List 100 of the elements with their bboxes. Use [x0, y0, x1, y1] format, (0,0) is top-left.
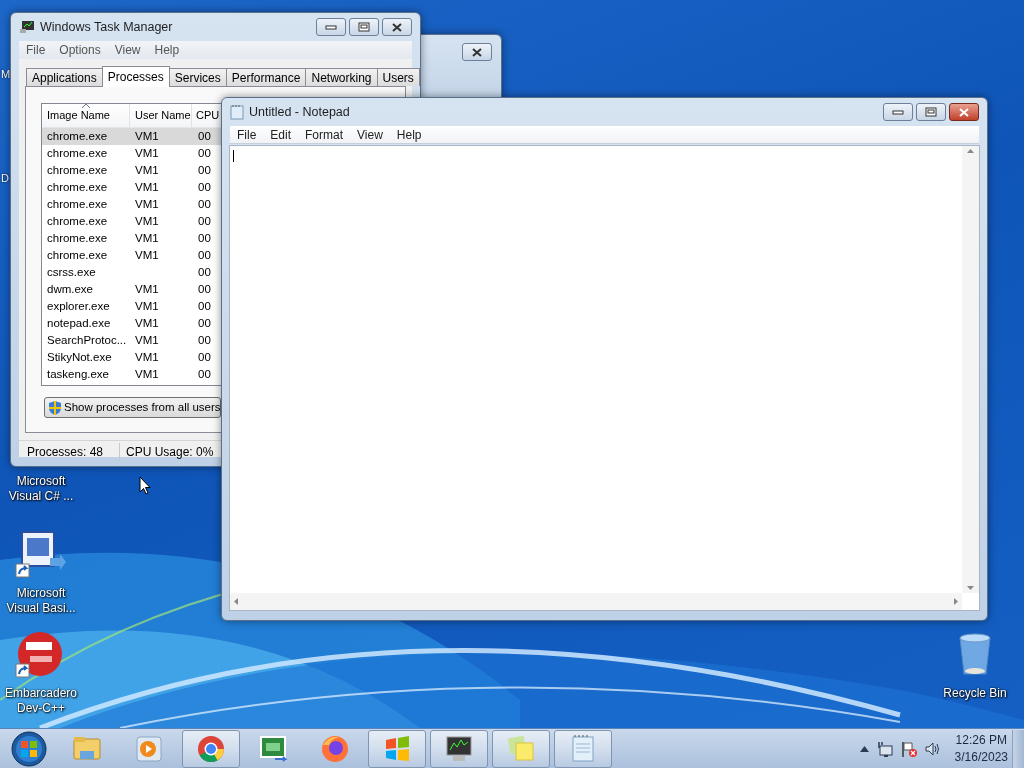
table-cell-text: 00: [197, 230, 212, 246]
scroll-left-icon[interactable]: [234, 598, 238, 605]
table-cell-text: VM1: [134, 196, 160, 212]
table-cell-text: 00: [197, 315, 212, 331]
table-cell-text: chrome.exe: [46, 230, 109, 246]
shield-icon: [48, 399, 62, 416]
action-center-icon[interactable]: [900, 740, 917, 757]
icon-label[interactable]: M: [1, 67, 11, 81]
status-text: Processes: 48: [19, 442, 120, 461]
cursor-icon: [139, 476, 151, 495]
table-cell-text: taskeng.exe: [46, 366, 110, 382]
volume-icon[interactable]: [924, 740, 941, 757]
column-header[interactable]: CPU: [192, 104, 221, 127]
icon-label[interactable]: Microsoft Visual C# ...: [0, 474, 82, 504]
menu-item[interactable]: File: [230, 125, 264, 144]
table-cell-text: chrome.exe: [46, 213, 109, 229]
menu-item[interactable]: File: [19, 41, 53, 59]
table-cell-text: SearchProtoc...: [46, 332, 128, 348]
table-cell-text: 00: [197, 366, 212, 382]
table-cell-text: 00: [197, 179, 212, 195]
menu-item[interactable]: Help: [147, 41, 187, 59]
table-cell-text: chrome.exe: [46, 128, 109, 144]
window-title: Untitled - Notepad: [249, 103, 350, 121]
tab[interactable]: Services: [168, 68, 227, 86]
table-cell-text: VM1: [134, 281, 160, 297]
table-cell-text: chrome.exe: [46, 145, 109, 161]
table-cell-text: 00: [197, 281, 212, 297]
table-cell-text: VM1: [134, 332, 160, 348]
close-icon: [959, 107, 969, 117]
table-cell-text: 00: [197, 264, 212, 280]
table-cell-text: chrome.exe: [46, 179, 109, 195]
close-button[interactable]: [382, 18, 412, 36]
minimize-button[interactable]: [883, 103, 913, 121]
table-cell-text: VM1: [134, 247, 160, 263]
icon-label[interactable]: Microsoft Visual Basi...: [0, 586, 82, 616]
table-cell-text: VM1: [134, 179, 160, 195]
table-cell-text: StikyNot.exe: [46, 349, 113, 365]
table-cell-text: chrome.exe: [46, 247, 109, 263]
window-title: Windows Task Manager: [40, 18, 173, 36]
table-cell-text: csrss.exe: [46, 264, 97, 280]
shortcut-icon[interactable]: [14, 530, 68, 580]
task-manager-icon: [19, 20, 35, 34]
table-cell-text: VM1: [134, 315, 160, 331]
scroll-down-icon[interactable]: [967, 586, 974, 590]
menu-item[interactable]: Help: [389, 125, 429, 144]
icon-label[interactable]: Recycle Bin: [943, 686, 1007, 701]
table-cell-text: 00: [197, 162, 212, 178]
tab[interactable]: Performance: [225, 68, 307, 86]
table-cell-text: 00: [197, 128, 212, 144]
taskbar-button[interactable]: [430, 729, 488, 768]
table-cell-text: explorer.exe: [46, 298, 111, 314]
scroll-right-icon[interactable]: [954, 598, 958, 605]
table-cell-text: chrome.exe: [46, 196, 109, 212]
table-cell-text: VM1: [134, 128, 160, 144]
show-hidden-icons-icon[interactable]: [859, 745, 869, 752]
tab[interactable]: Users: [376, 68, 420, 86]
minimize-icon: [892, 109, 904, 115]
table-cell-text: chrome.exe: [46, 162, 109, 178]
table-cell-text: 00: [197, 213, 212, 229]
selected-row[interactable]: chrome.exe VM1 00: [42, 128, 221, 145]
clock-date[interactable]: 3/16/2023: [954, 748, 1008, 766]
clock-time[interactable]: 12:26 PM: [955, 731, 1007, 749]
table-cell-text: 00: [197, 196, 212, 212]
close-button[interactable]: [949, 103, 979, 121]
column-header[interactable]: User Name: [130, 104, 192, 127]
table-cell-text: VM1: [134, 298, 160, 314]
maximize-button[interactable]: [916, 103, 946, 121]
start-button[interactable]: [10, 729, 48, 768]
tab[interactable]: Processes: [101, 66, 170, 87]
table-cell-text: VM1: [134, 145, 160, 161]
notepad-icon: [230, 104, 244, 120]
table-cell-text: 00: [197, 247, 212, 263]
table-cell-text: VM1: [134, 162, 160, 178]
maximize-icon: [925, 107, 937, 117]
minimize-icon: [325, 24, 337, 30]
table-cell-text: VM1: [134, 230, 160, 246]
table-cell-text: notepad.exe: [46, 315, 112, 331]
menu-item[interactable]: View: [107, 41, 148, 59]
network-icon[interactable]: [876, 740, 893, 757]
menu-item[interactable]: Options: [52, 41, 108, 59]
table-cell-text: 00: [197, 349, 212, 365]
show-all-processes-button[interactable]: Show processes from all users: [44, 397, 221, 418]
menu-item[interactable]: Format: [298, 125, 351, 144]
table-cell-text: 00: [197, 145, 212, 161]
menu-item[interactable]: View: [350, 125, 390, 144]
column-header[interactable]: Image Name: [42, 104, 130, 127]
table-cell-text: dwm.exe: [46, 281, 95, 297]
table-cell-text: 00: [197, 332, 212, 348]
menu-item[interactable]: Edit: [263, 125, 299, 144]
icon-label[interactable]: D: [1, 171, 9, 185]
table-cell-text: VM1: [134, 366, 160, 382]
tab[interactable]: Applications: [26, 68, 103, 86]
close-button[interactable]: [462, 43, 492, 61]
close-icon: [472, 47, 482, 57]
scroll-up-icon[interactable]: [967, 149, 974, 153]
minimize-button[interactable]: [316, 18, 346, 36]
table-cell-text: 00: [197, 298, 212, 314]
maximize-button[interactable]: [349, 18, 379, 36]
table-cell-text: VM1: [134, 349, 160, 365]
tab[interactable]: Networking: [305, 68, 378, 86]
